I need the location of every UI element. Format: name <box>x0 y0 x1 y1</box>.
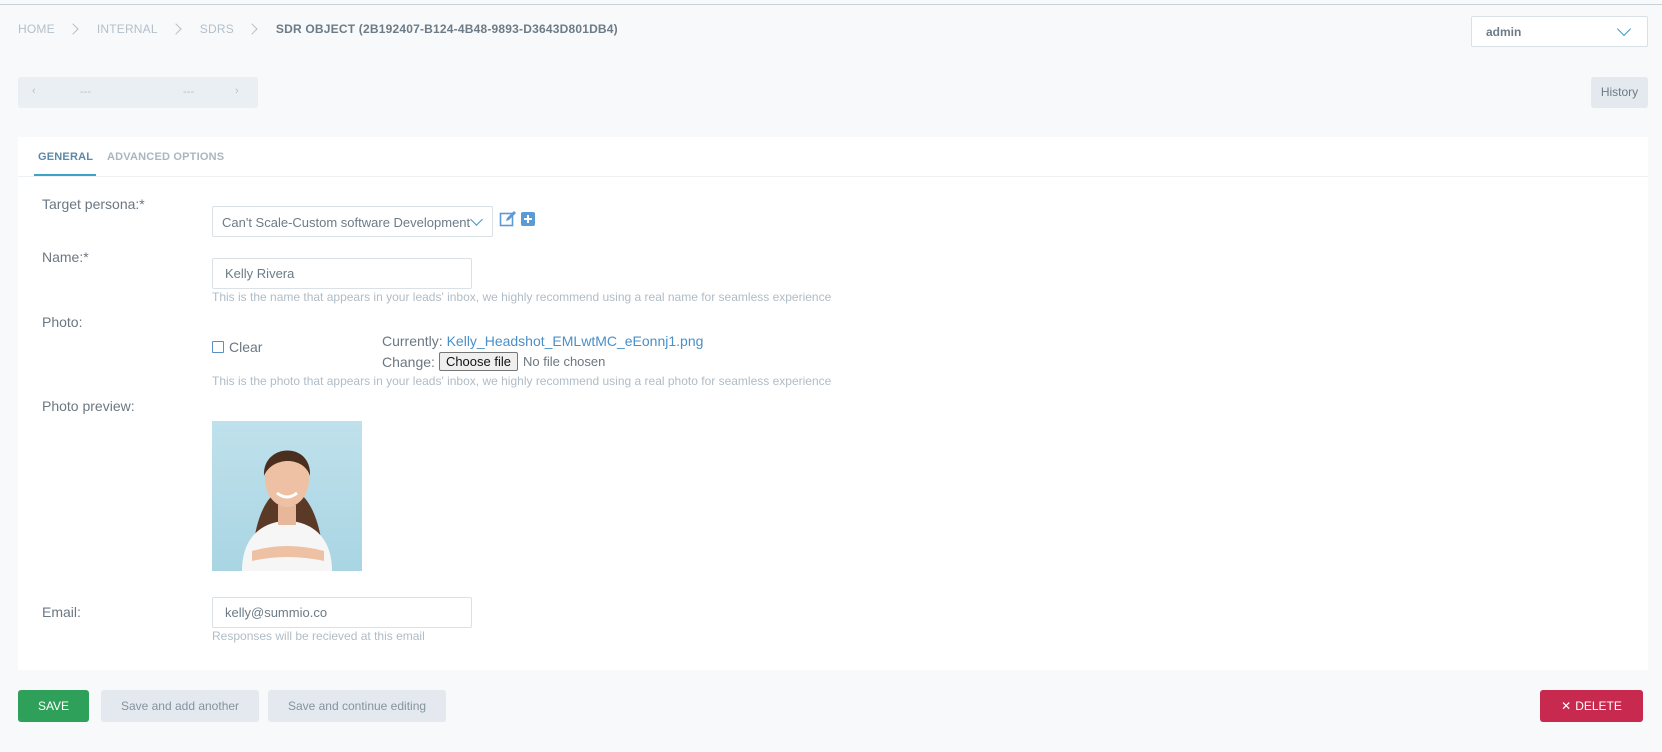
chevron-right-icon <box>170 23 182 35</box>
photo-label: Photo: <box>42 314 83 330</box>
delete-label: DELETE <box>1575 699 1622 713</box>
breadcrumb-internal[interactable]: INTERNAL <box>97 22 158 36</box>
breadcrumb: HOME INTERNAL SDRS SDR OBJECT (2B192407-… <box>18 22 618 36</box>
save-and-add-another-button[interactable]: Save and add another <box>101 690 259 722</box>
top-border <box>0 4 1662 5</box>
chevron-right-icon <box>246 23 258 35</box>
chevron-down-icon <box>1616 21 1632 37</box>
tab-bar: GENERAL ADVANCED OPTIONS <box>18 137 1648 177</box>
pager-next-button[interactable]: › <box>235 85 239 97</box>
target-persona-value: Can't Scale-Custom software Development <box>222 215 471 230</box>
name-help-text: This is the name that appears in your le… <box>212 290 832 304</box>
photo-currently-label: Currently: <box>382 333 443 349</box>
tab-advanced-options[interactable]: ADVANCED OPTIONS <box>107 151 224 163</box>
delete-button[interactable]: ✕ DELETE <box>1540 690 1643 722</box>
breadcrumb-home[interactable]: HOME <box>18 22 55 36</box>
breadcrumb-sdrs[interactable]: SDRS <box>200 22 234 36</box>
no-file-chosen-text: No file chosen <box>522 354 606 369</box>
name-input[interactable]: Kelly Rivera <box>212 258 472 289</box>
save-and-continue-editing-button[interactable]: Save and continue editing <box>268 690 446 722</box>
checkbox-icon[interactable] <box>212 341 224 353</box>
choose-file-button[interactable]: Choose file <box>438 352 518 371</box>
photo-clear-label: Clear <box>229 339 263 355</box>
form-panel: GENERAL ADVANCED OPTIONS Target persona:… <box>18 137 1648 670</box>
person-portrait-icon <box>242 450 332 571</box>
photo-currently: Currently: Kelly_Headshot_EMLwtMC_eEonnj… <box>382 333 703 349</box>
user-menu-value: admin <box>1486 25 1522 39</box>
photo-current-file-link[interactable]: Kelly_Headshot_EMLwtMC_eEonnj1.png <box>447 333 704 349</box>
email-label: Email: <box>42 604 81 620</box>
breadcrumb-current: SDR OBJECT (2B192407-B124-4B48-9893-D364… <box>275 22 618 36</box>
pager-next-label: --- <box>183 86 194 98</box>
pager-prev-button[interactable]: ‹ <box>32 85 36 97</box>
close-icon: ✕ <box>1561 699 1572 713</box>
user-menu-select[interactable]: admin <box>1471 16 1648 47</box>
active-tab-indicator <box>34 174 96 176</box>
tab-general[interactable]: GENERAL <box>38 151 93 163</box>
photo-preview-image <box>212 421 362 571</box>
history-button[interactable]: History <box>1591 77 1648 108</box>
edit-icon[interactable] <box>499 210 517 228</box>
chevron-right-icon <box>67 23 79 35</box>
save-button[interactable]: SAVE <box>18 690 89 722</box>
name-label: Name:* <box>42 249 89 265</box>
photo-change: Change: Choose file No file chosen <box>382 352 605 371</box>
target-persona-select[interactable]: Can't Scale-Custom software Development <box>212 206 493 237</box>
photo-clear-checkbox[interactable]: Clear <box>212 339 262 355</box>
photo-change-label: Change: <box>382 353 435 370</box>
email-input[interactable]: kelly@summio.co <box>212 597 472 628</box>
target-persona-label: Target persona:* <box>42 196 145 212</box>
photo-help-text: This is the photo that appears in your l… <box>212 374 832 388</box>
email-help-text: Responses will be recieved at this email <box>212 629 425 643</box>
chevron-down-icon <box>470 213 483 226</box>
add-icon[interactable] <box>521 212 535 226</box>
pager-prev-label: --- <box>80 86 91 98</box>
photo-preview-label: Photo preview: <box>42 398 135 414</box>
object-pager: ‹ --- --- › <box>18 77 258 108</box>
